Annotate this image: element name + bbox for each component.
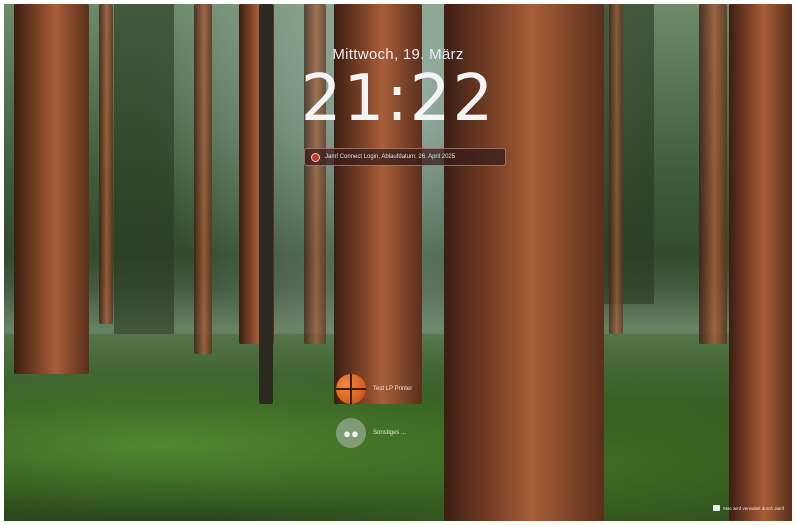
device-management-icon xyxy=(713,505,721,511)
basketball-avatar-icon xyxy=(336,374,366,404)
jamf-connect-banner[interactable]: Jamf Connect Login, Ablaufdatum: 26. Apr… xyxy=(304,148,506,166)
lock-date: Mittwoch, 19. März xyxy=(332,46,464,63)
user-name: Test LP Printer xyxy=(373,386,413,392)
user-test-lp-printer[interactable]: Test LP Printer xyxy=(336,374,412,404)
managed-device-notice: Mac wird verwaltet durch Jamf xyxy=(713,505,784,511)
banner-text: Jamf Connect Login, Ablaufdatum: 26. Apr… xyxy=(325,154,456,160)
managed-device-text: Mac wird verwaltet durch Jamf xyxy=(723,505,784,511)
user-other[interactable]: ●● Sonstiges ... xyxy=(336,418,406,448)
generic-users-icon: ●● xyxy=(336,418,366,448)
jamf-connect-icon xyxy=(311,152,320,162)
user-name: Sonstiges ... xyxy=(373,430,407,436)
lock-time: 21:22 xyxy=(300,62,496,136)
lock-screen: Mittwoch, 19. März 21:22 Jamf Connect Lo… xyxy=(4,4,792,521)
